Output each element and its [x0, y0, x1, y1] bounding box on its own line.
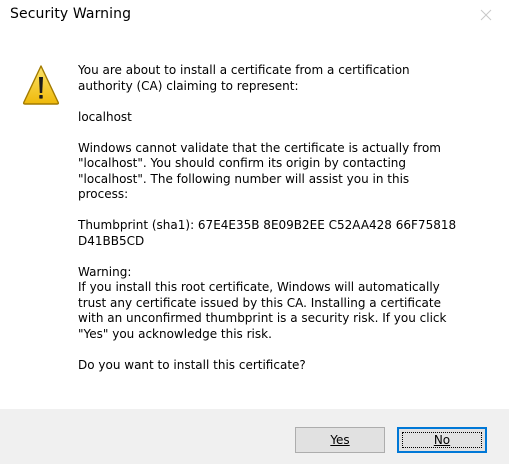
window-title: Security Warning [10, 6, 132, 22]
no-button[interactable]: No [397, 427, 487, 453]
intro-text: You are about to install a certificate f… [78, 63, 410, 93]
message-body: You are about to install a certificate f… [78, 63, 488, 389]
close-icon [480, 9, 492, 21]
focus-rectangle [402, 432, 482, 448]
security-warning-dialog: Security Warning You are about to instal… [0, 0, 509, 464]
yes-button[interactable]: Yes [295, 427, 385, 453]
warning-icon [22, 65, 60, 105]
validation-text: Windows cannot validate that the certifi… [78, 140, 441, 202]
warning-text: Warning: If you install this root certif… [78, 264, 447, 341]
yes-button-label: Yes [330, 433, 350, 447]
close-button[interactable] [463, 0, 509, 30]
question-text: Do you want to install this certificate? [78, 357, 306, 372]
thumbprint-text: Thumbprint (sha1): 67E4E35B 8E09B2EE C52… [78, 218, 457, 248]
title-bar: Security Warning [0, 0, 509, 30]
certificate-subject: localhost [78, 109, 132, 124]
button-bar: Yes No [0, 409, 509, 464]
